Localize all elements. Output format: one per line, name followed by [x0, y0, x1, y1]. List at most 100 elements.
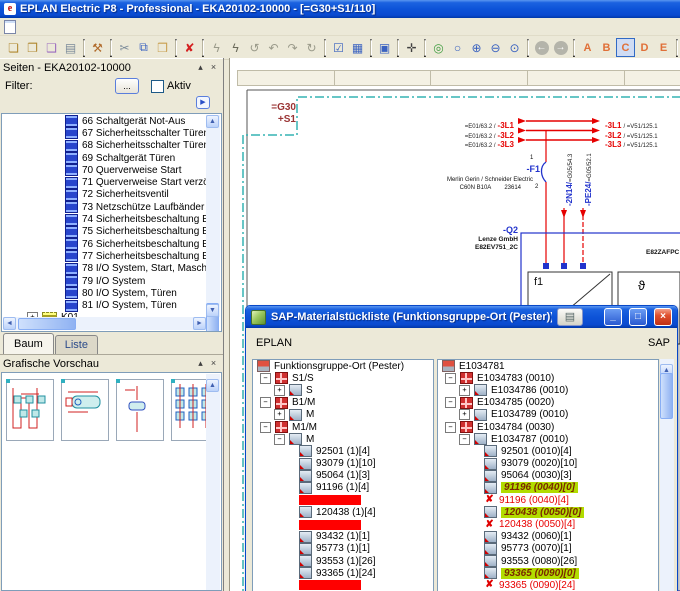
bom-tree-row[interactable]: 92501 (0010)[4] — [438, 445, 658, 457]
bom-tree-row[interactable]: + E1034786 (0010) — [438, 384, 658, 396]
bom-tree-row[interactable]: E1034781 — [438, 360, 658, 372]
grid-c-button[interactable]: C — [616, 38, 635, 57]
pages-tree-horizontal-scrollbar[interactable]: ◄ ► — [3, 317, 206, 330]
page-tree-row[interactable]: 71 Querverweise Start verzöger — [3, 176, 206, 188]
open-project-button[interactable]: ❐ — [23, 38, 42, 57]
menu-item[interactable] — [107, 26, 119, 28]
settings-button[interactable]: ⚒ — [88, 38, 107, 57]
zoom-area-button[interactable]: ○ — [448, 38, 467, 57]
page-properties-button[interactable]: ☑ — [329, 38, 348, 57]
page-tree-row[interactable]: 74 Sicherheitsbeschaltung Elau — [3, 213, 206, 225]
page-tree-row[interactable]: 69 Schaltgerät Türen — [3, 152, 206, 164]
bom-tree-row[interactable]: 95773 (1)[1] — [253, 543, 433, 555]
pages-tree-vertical-scrollbar[interactable]: ▲ ▼ — [206, 115, 220, 317]
bom-tree-row[interactable]: − M1/M — [253, 421, 433, 433]
expander-icon[interactable]: − — [260, 422, 271, 433]
copy-button[interactable]: ⧉ — [134, 38, 153, 57]
bom-tree-row[interactable]: − M — [253, 433, 433, 445]
menu-item[interactable] — [23, 26, 35, 28]
page-tree-row[interactable]: 66 Schaltgerät Not-Aus — [3, 115, 206, 127]
maximize-button[interactable]: □ — [629, 308, 647, 326]
expander-icon[interactable]: + — [459, 409, 470, 420]
bom-tree-row[interactable]: − B1/M — [253, 397, 433, 409]
grid-e-button[interactable]: E — [654, 38, 673, 57]
expander-icon[interactable]: + — [274, 409, 285, 420]
bom-tree-row[interactable] — [253, 494, 433, 506]
bom-tree-row[interactable]: + E1034789 (0010) — [438, 409, 658, 421]
panel-collapse-button[interactable]: ▴ — [194, 358, 207, 370]
bom-tree-row[interactable]: 95064 (0030)[3] — [438, 470, 658, 482]
zoom-in-button[interactable]: ⊕ — [467, 38, 486, 57]
back-button[interactable]: ← — [532, 38, 551, 57]
bom-tree-row[interactable]: 92501 (1)[4] — [253, 445, 433, 457]
bom-tree-row[interactable]: − E1034783 (0010) — [438, 372, 658, 384]
dialog-vertical-scrollbar[interactable]: ▲ — [660, 359, 674, 591]
preview-button[interactable]: ▣ — [375, 38, 394, 57]
filter-expand-button[interactable]: ▶ — [196, 96, 210, 109]
redo-button[interactable]: ↷ — [283, 38, 302, 57]
page-tree-row[interactable]: 70 Querverweise Start — [3, 164, 206, 176]
bom-tree-row[interactable]: 95773 (0070)[1] — [438, 543, 658, 555]
cut-button[interactable]: ✂ — [115, 38, 134, 57]
bom-tree-row[interactable]: − E1034784 (0030) — [438, 421, 658, 433]
zoom-out-button[interactable]: ⊖ — [486, 38, 505, 57]
delete-button[interactable]: ✘ — [180, 38, 199, 57]
page-tree-row[interactable]: 73 Netzschütze Laufbänder — [3, 201, 206, 213]
menu-item[interactable] — [95, 26, 107, 28]
expander-icon[interactable]: − — [260, 397, 271, 408]
sap-bom-dialog[interactable]: SAP-Materialstückliste (Funktionsgruppe-… — [245, 305, 678, 591]
bom-tree-row[interactable]: ✘ 93365 (0090)[24] — [438, 579, 658, 591]
bom-tree-row[interactable]: 120438 (1)[4] — [253, 506, 433, 518]
scroll-up-icon[interactable]: ▲ — [206, 379, 219, 392]
bom-tree-row[interactable]: − S1/S — [253, 372, 433, 384]
preview-thumbnail[interactable] — [6, 379, 54, 441]
f1-device-tag[interactable]: -F1 — [488, 164, 540, 174]
menu-item[interactable] — [47, 26, 59, 28]
bom-tree-row[interactable] — [253, 518, 433, 530]
page-tree-row[interactable]: 72 Sicherheitsventil — [3, 189, 206, 201]
bom-tree-row[interactable]: 93432 (1)[1] — [253, 531, 433, 543]
insert-device-button[interactable]: ϟ — [226, 38, 245, 57]
page-tree-row[interactable]: 76 Sicherheitsbeschaltung Elau — [3, 238, 206, 250]
undo-button[interactable]: ↶ — [264, 38, 283, 57]
scrollbar-thumb[interactable] — [18, 318, 76, 330]
filter-browse-button[interactable]: ... — [115, 78, 139, 94]
q2-device-tag[interactable]: -Q2 — [468, 225, 518, 235]
page-tree-row[interactable]: 77 Sicherheitsbeschaltung Elau — [3, 250, 206, 262]
forward-button[interactable]: → — [551, 38, 570, 57]
bom-tree-row[interactable]: 95064 (1)[3] — [253, 470, 433, 482]
window-titlebar[interactable]: e EPLAN Electric P8 - Professional - EKA… — [0, 0, 680, 18]
paste-button[interactable]: ❒ — [153, 38, 172, 57]
expander-icon[interactable]: − — [445, 397, 456, 408]
device-table-button[interactable]: ▦ — [348, 38, 367, 57]
new-project-button[interactable]: ❏ — [4, 38, 23, 57]
bom-tree-row[interactable]: 93553 (1)[26] — [253, 555, 433, 567]
expander-icon[interactable]: − — [445, 422, 456, 433]
panel-close-button[interactable]: × — [207, 62, 220, 74]
bom-tree-row[interactable]: 93432 (0060)[1] — [438, 531, 658, 543]
grid-b-button[interactable]: B — [597, 38, 616, 57]
scroll-up-icon[interactable]: ▲ — [206, 115, 219, 128]
tab-liste[interactable]: Liste — [55, 335, 98, 354]
expander-icon[interactable]: − — [459, 434, 470, 445]
expander-icon[interactable]: + — [274, 385, 285, 396]
expander-icon[interactable]: − — [260, 373, 271, 384]
bom-tree-row[interactable]: − E1034785 (0020) — [438, 397, 658, 409]
menu-item[interactable] — [83, 26, 95, 28]
bom-tree-row[interactable]: Funktionsgruppe-Ort (Pester) — [253, 360, 433, 372]
page-tree-row[interactable]: 75 Sicherheitsbeschaltung Elau — [3, 226, 206, 238]
expander-icon[interactable]: − — [445, 373, 456, 384]
tab-baum[interactable]: Baum — [3, 333, 54, 354]
zoom-window-button[interactable]: ◎ — [429, 38, 448, 57]
bom-tree-row[interactable]: 91196 (1)[4] — [253, 482, 433, 494]
bom-tree-row[interactable]: ✘ 91196 (0040)[4] — [438, 494, 658, 506]
bom-tree-row[interactable]: − E1034787 (0010) — [438, 433, 658, 445]
scroll-down-icon[interactable]: ▼ — [206, 304, 219, 317]
bom-tree-row[interactable]: 93553 (0080)[26] — [438, 555, 658, 567]
expander-icon[interactable]: − — [274, 434, 285, 445]
close-button[interactable]: × — [654, 308, 672, 326]
menu-item[interactable] — [119, 26, 131, 28]
pointer-button[interactable]: ✛ — [402, 38, 421, 57]
bom-tree-row[interactable]: 93079 (1)[10] — [253, 458, 433, 470]
panel-close-button[interactable]: × — [207, 358, 220, 370]
